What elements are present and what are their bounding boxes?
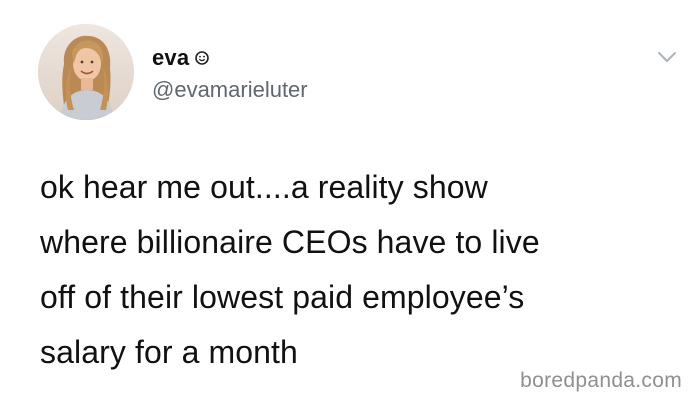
- display-name-row[interactable]: eva: [152, 44, 210, 72]
- display-name[interactable]: eva: [152, 45, 189, 71]
- avatar-photo-icon: [38, 24, 134, 120]
- smiley-emoji-icon: [195, 51, 210, 65]
- chevron-down-icon[interactable]: [656, 46, 678, 68]
- avatar[interactable]: [38, 24, 134, 120]
- tweet-text: ok hear me out....a reality show where b…: [40, 169, 540, 370]
- watermark: boredpanda.com: [520, 369, 682, 392]
- user-handle[interactable]: @evamarieluter: [152, 77, 308, 103]
- tweet-card: eva @evamarieluter ok hear me out....a r…: [0, 0, 700, 407]
